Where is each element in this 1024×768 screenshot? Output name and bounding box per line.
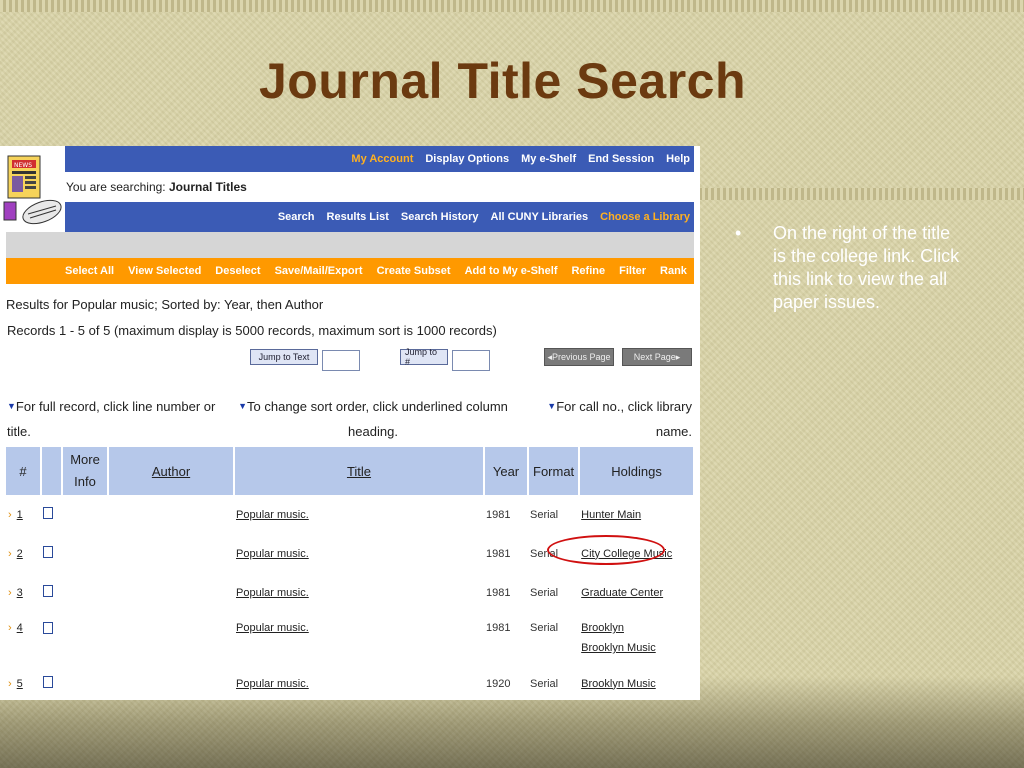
nav-help[interactable]: Help [666,153,690,165]
next-page-button[interactable]: Next Page ▸ [622,348,692,366]
col-select [41,447,63,495]
year-cell: 1981 [486,586,511,599]
nav-end-session[interactable]: End Session [588,153,654,165]
action-create-subset[interactable]: Create Subset [377,265,451,277]
table-row: › 4 Popular music. 1981 Serial Brooklyn Br… [6,612,693,664]
checkbox-icon[interactable] [43,622,53,634]
nav-results-list[interactable]: Results List [327,211,389,223]
title-link[interactable]: Popular music. [236,587,309,599]
table-row: › 3 Popular music. 1981 Serial Graduate C… [6,573,693,612]
bullet-text: On the right of the title is the college… [773,223,960,312]
holdings-link[interactable]: Hunter Main [581,509,641,521]
format-cell: Serial [530,677,559,690]
year-cell: 1981 [486,508,511,521]
chevron-right-icon: › [8,586,12,599]
action-save-mail-export[interactable]: Save/Mail/Export [275,265,363,277]
chevron-right-icon: › [8,677,12,690]
searching-prefix: You are searching: [66,180,166,194]
action-filter[interactable]: Filter [619,265,646,277]
nav-all-cuny-libraries[interactable]: All CUNY Libraries [491,211,589,223]
hint-call-number: ▼For call no., click library name. [547,399,692,439]
checkbox-icon[interactable] [43,585,53,597]
top-nav-bar: My Account Display Options My e-Shelf En… [65,146,694,172]
title-link[interactable]: Popular music. [236,678,309,690]
svg-text:NEWS: NEWS [14,162,32,169]
action-bar: Select All View Selected Deselect Save/M… [6,258,694,284]
action-add-eshelf[interactable]: Add to My e-Shelf [465,265,558,277]
triangle-down-icon: ▼ [238,401,248,411]
nav-display-options[interactable]: Display Options [425,153,509,165]
col-format: Format [528,447,581,495]
format-cell: Serial [530,508,559,521]
action-rank[interactable]: Rank [660,265,687,277]
results-table: # More Info Author Title Year Format Hold… [6,447,693,700]
searching-value: Journal Titles [168,180,247,194]
previous-page-label: Previous Page [551,352,611,362]
title-link[interactable]: Popular music. [236,622,309,634]
title-link[interactable]: Popular music. [236,548,309,560]
holdings-link[interactable]: Brooklyn [581,622,624,634]
action-select-all[interactable]: Select All [65,265,114,277]
secondary-nav-bar: Search Results List Search History All C… [65,202,694,232]
hint-full-record: ▼For full record, click line number or ti… [7,399,216,439]
news-clipart-icon: NEWS [3,155,62,225]
slide-title: Journal Title Search [258,53,747,109]
next-page-label: Next Page [633,352,676,362]
format-cell: Serial [530,622,559,634]
checkbox-icon[interactable] [43,507,53,519]
col-holdings: Holdings [579,447,693,495]
table-row: › 5 Popular music. 1920 Serial Brooklyn M… [6,664,693,700]
holdings-link[interactable]: Brooklyn Music [581,642,656,654]
annotation-circle [547,535,665,565]
checkbox-icon[interactable] [43,676,53,688]
holdings-link[interactable]: Graduate Center [581,587,663,599]
previous-page-button[interactable]: ◂ Previous Page [544,348,614,366]
jump-to-number-button[interactable]: Jump to # [400,347,448,367]
col-year: Year [484,447,529,495]
col-title[interactable]: Title [234,447,485,495]
hint-sort-order: ▼To change sort order, click underlined … [238,399,508,439]
chevron-right-icon: › [8,508,12,521]
triangle-down-icon: ▼ [7,401,16,411]
holdings-link[interactable]: Brooklyn Music [581,678,656,690]
results-summary: Results for Popular music; Sorted by: Ye… [6,297,324,312]
row-number-link[interactable]: 3 [17,587,23,599]
year-cell: 1981 [486,547,511,560]
action-view-selected[interactable]: View Selected [128,265,201,277]
checkbox-icon[interactable] [43,546,53,558]
catalog-screenshot: NEWS My Account Display Options My e-She… [0,146,700,700]
action-deselect[interactable]: Deselect [215,265,260,277]
nav-choose-library[interactable]: Choose a Library [600,211,690,223]
chevron-right-icon: › [8,622,12,634]
nav-my-account[interactable]: My Account [351,153,413,165]
row-number-link[interactable]: 1 [17,509,23,521]
jump-to-text-input[interactable] [322,350,360,371]
bullet-dot: • [735,223,742,243]
records-count: Records 1 - 5 of 5 (maximum display is 5… [7,323,497,338]
action-refine[interactable]: Refine [571,265,605,277]
year-cell: 1981 [486,622,511,634]
search-context-bar: You are searching: Journal Titles [65,173,694,201]
jump-to-number-input[interactable] [452,350,490,371]
triangle-down-icon: ▼ [547,401,557,411]
row-number-link[interactable]: 5 [17,678,23,690]
grey-spacer-bar [6,232,694,258]
chevron-right-icon: › [8,547,12,560]
col-author[interactable]: Author [108,447,235,495]
row-number-link[interactable]: 4 [17,622,23,634]
nav-search[interactable]: Search [278,211,315,223]
col-more-info: More Info [62,447,109,495]
nav-search-history[interactable]: Search History [401,211,479,223]
jump-to-text-button[interactable]: Jump to Text [250,349,318,365]
title-link[interactable]: Popular music. [236,509,309,521]
year-cell: 1920 [486,677,511,690]
format-cell: Serial [530,586,559,599]
row-number-link[interactable]: 2 [17,548,23,560]
col-number: # [6,447,42,495]
table-row: › 1 Popular music. 1981 Serial Hunter Mai… [6,495,693,534]
nav-my-eshelf[interactable]: My e-Shelf [521,153,576,165]
